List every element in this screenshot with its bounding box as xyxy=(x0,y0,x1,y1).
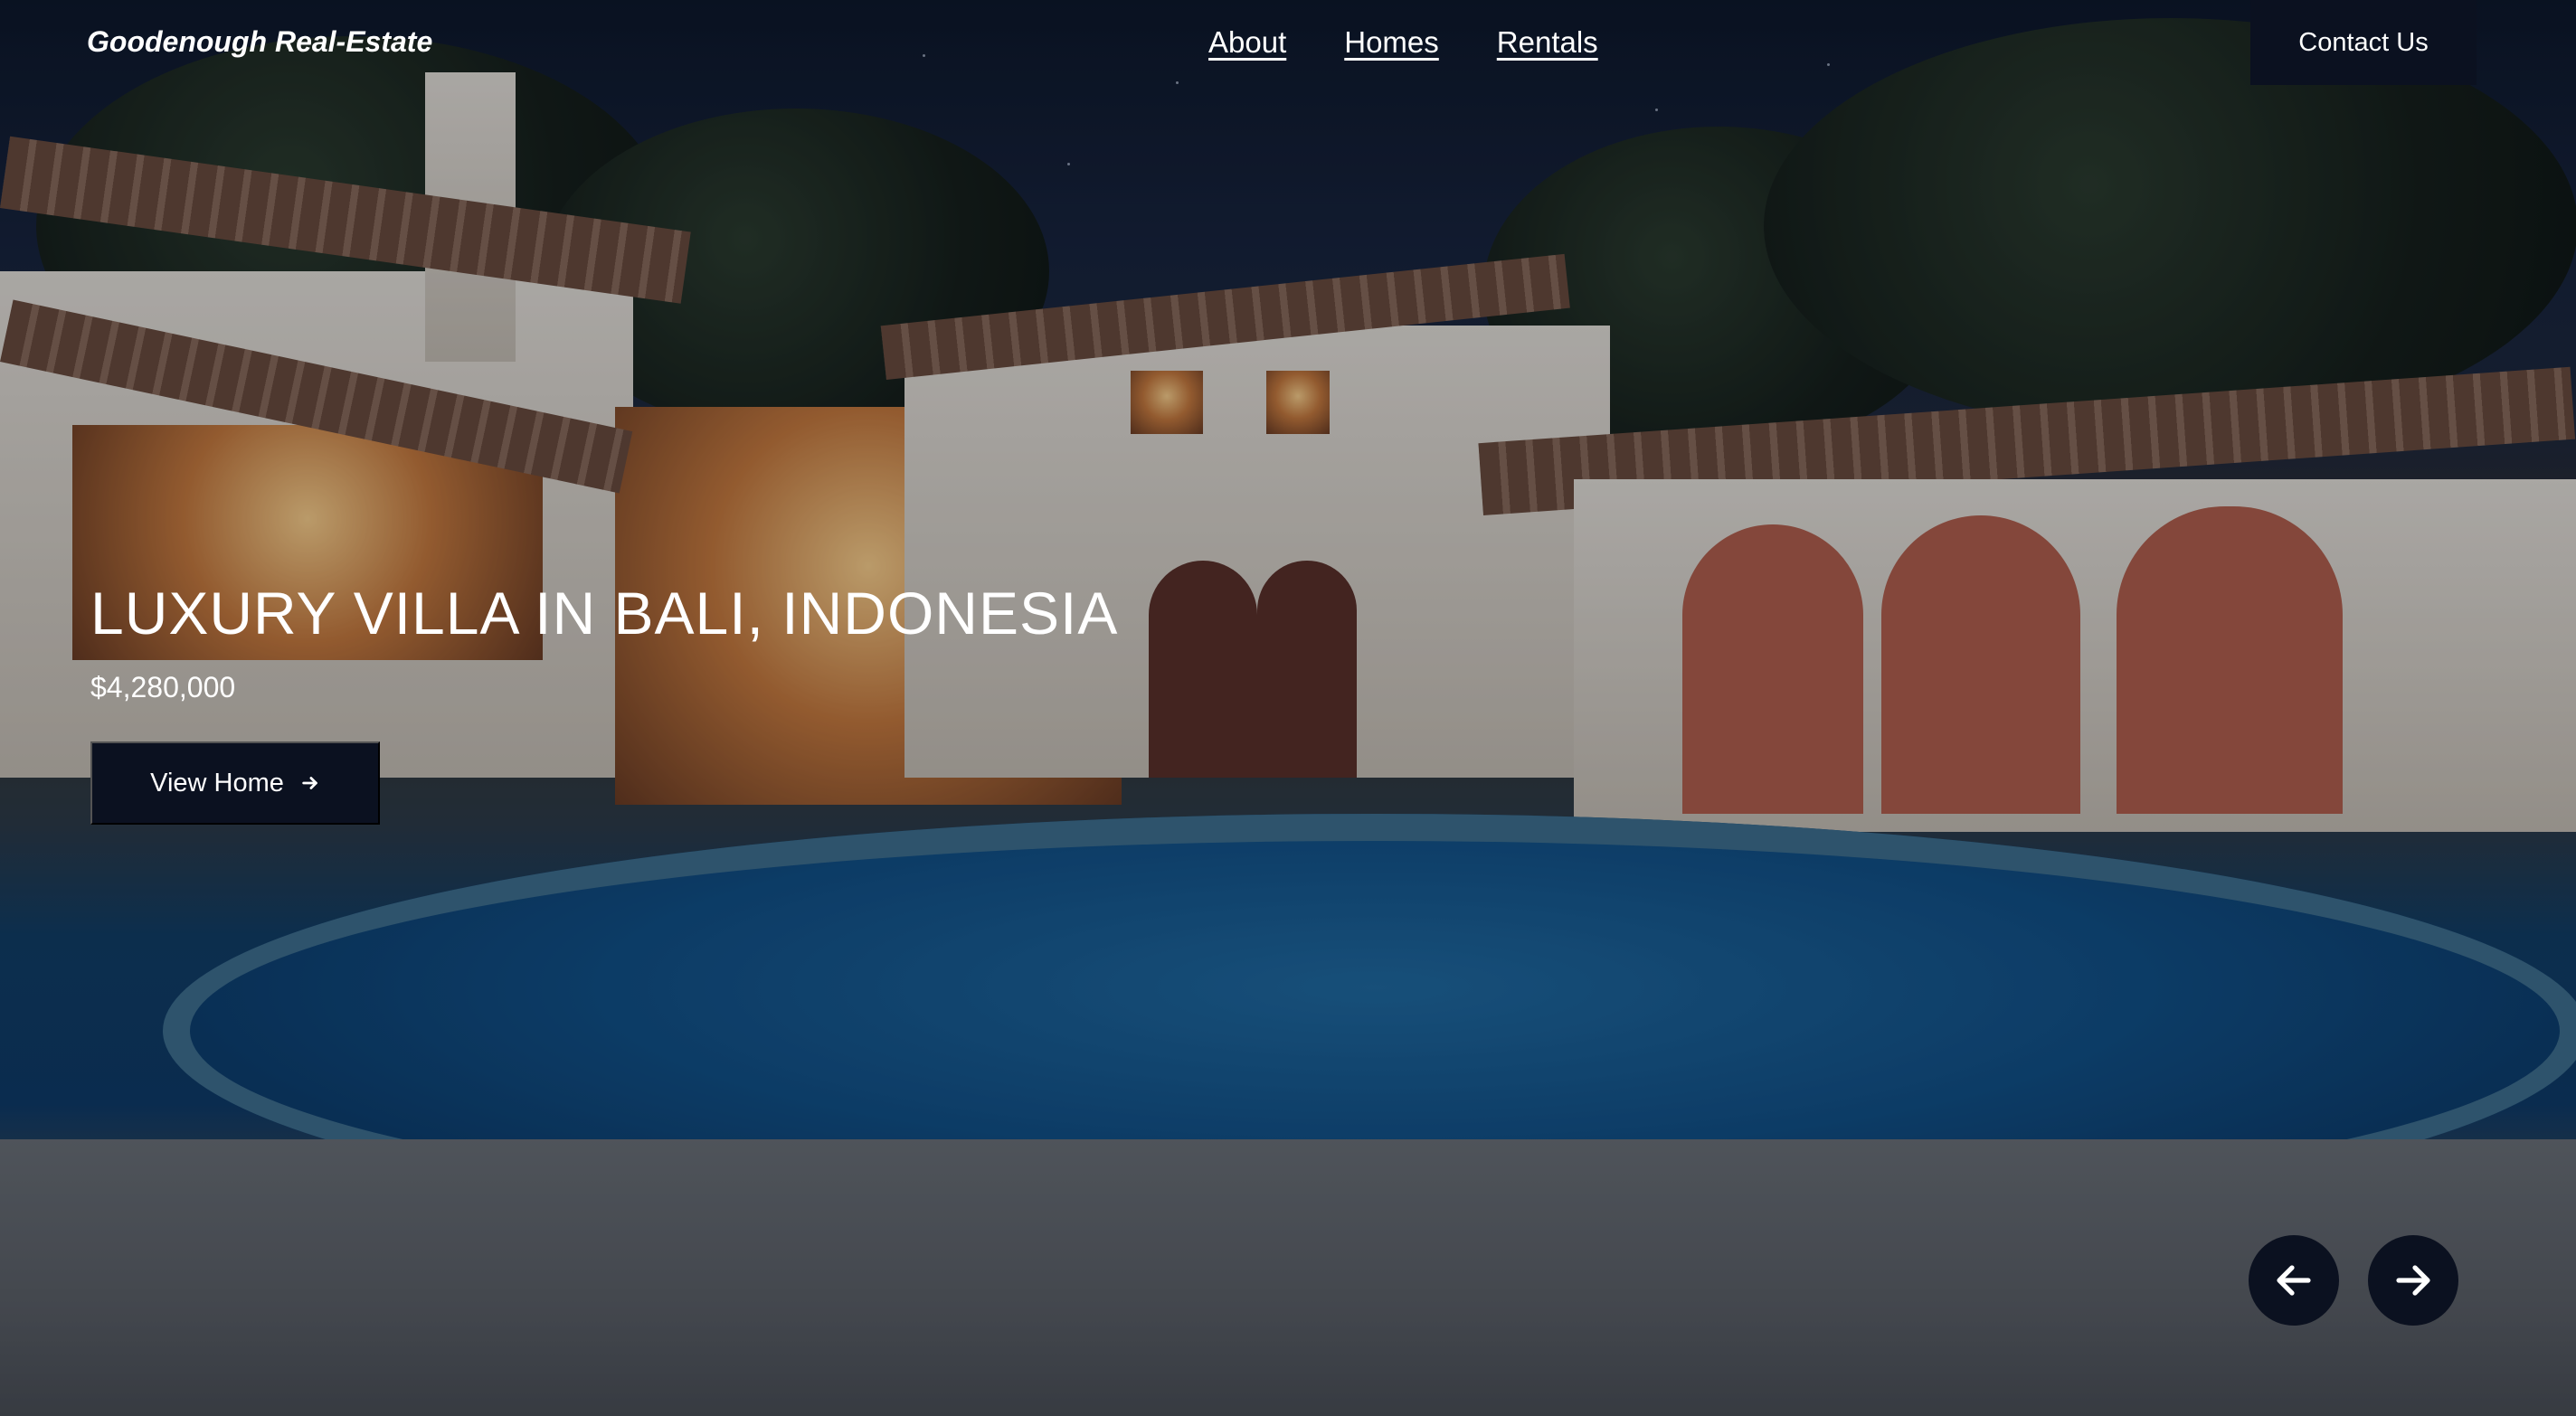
nav-about[interactable]: About xyxy=(1208,25,1286,60)
arrow-right-icon xyxy=(2396,1265,2430,1296)
nav-rentals[interactable]: Rentals xyxy=(1497,25,1598,60)
contact-us-button[interactable]: Contact Us xyxy=(2250,0,2477,85)
hero-background-image xyxy=(0,0,2576,1416)
carousel-prev-button[interactable] xyxy=(2249,1235,2339,1326)
nav-homes[interactable]: Homes xyxy=(1344,25,1439,60)
listing-title: LUXURY VILLA IN BALI, INDONESIA xyxy=(90,580,1119,647)
arrow-right-icon xyxy=(302,777,317,789)
main-nav: About Homes Rentals xyxy=(1208,25,1598,60)
view-home-button[interactable]: View Home xyxy=(90,741,380,825)
hero-banner: Goodenough Real-Estate About Homes Renta… xyxy=(0,0,2576,1416)
brand-logo[interactable]: Goodenough Real-Estate xyxy=(87,25,432,59)
arrow-left-icon xyxy=(2277,1265,2311,1296)
view-home-label: View Home xyxy=(150,768,284,798)
carousel-next-button[interactable] xyxy=(2368,1235,2458,1326)
listing-price: $4,280,000 xyxy=(90,671,236,703)
